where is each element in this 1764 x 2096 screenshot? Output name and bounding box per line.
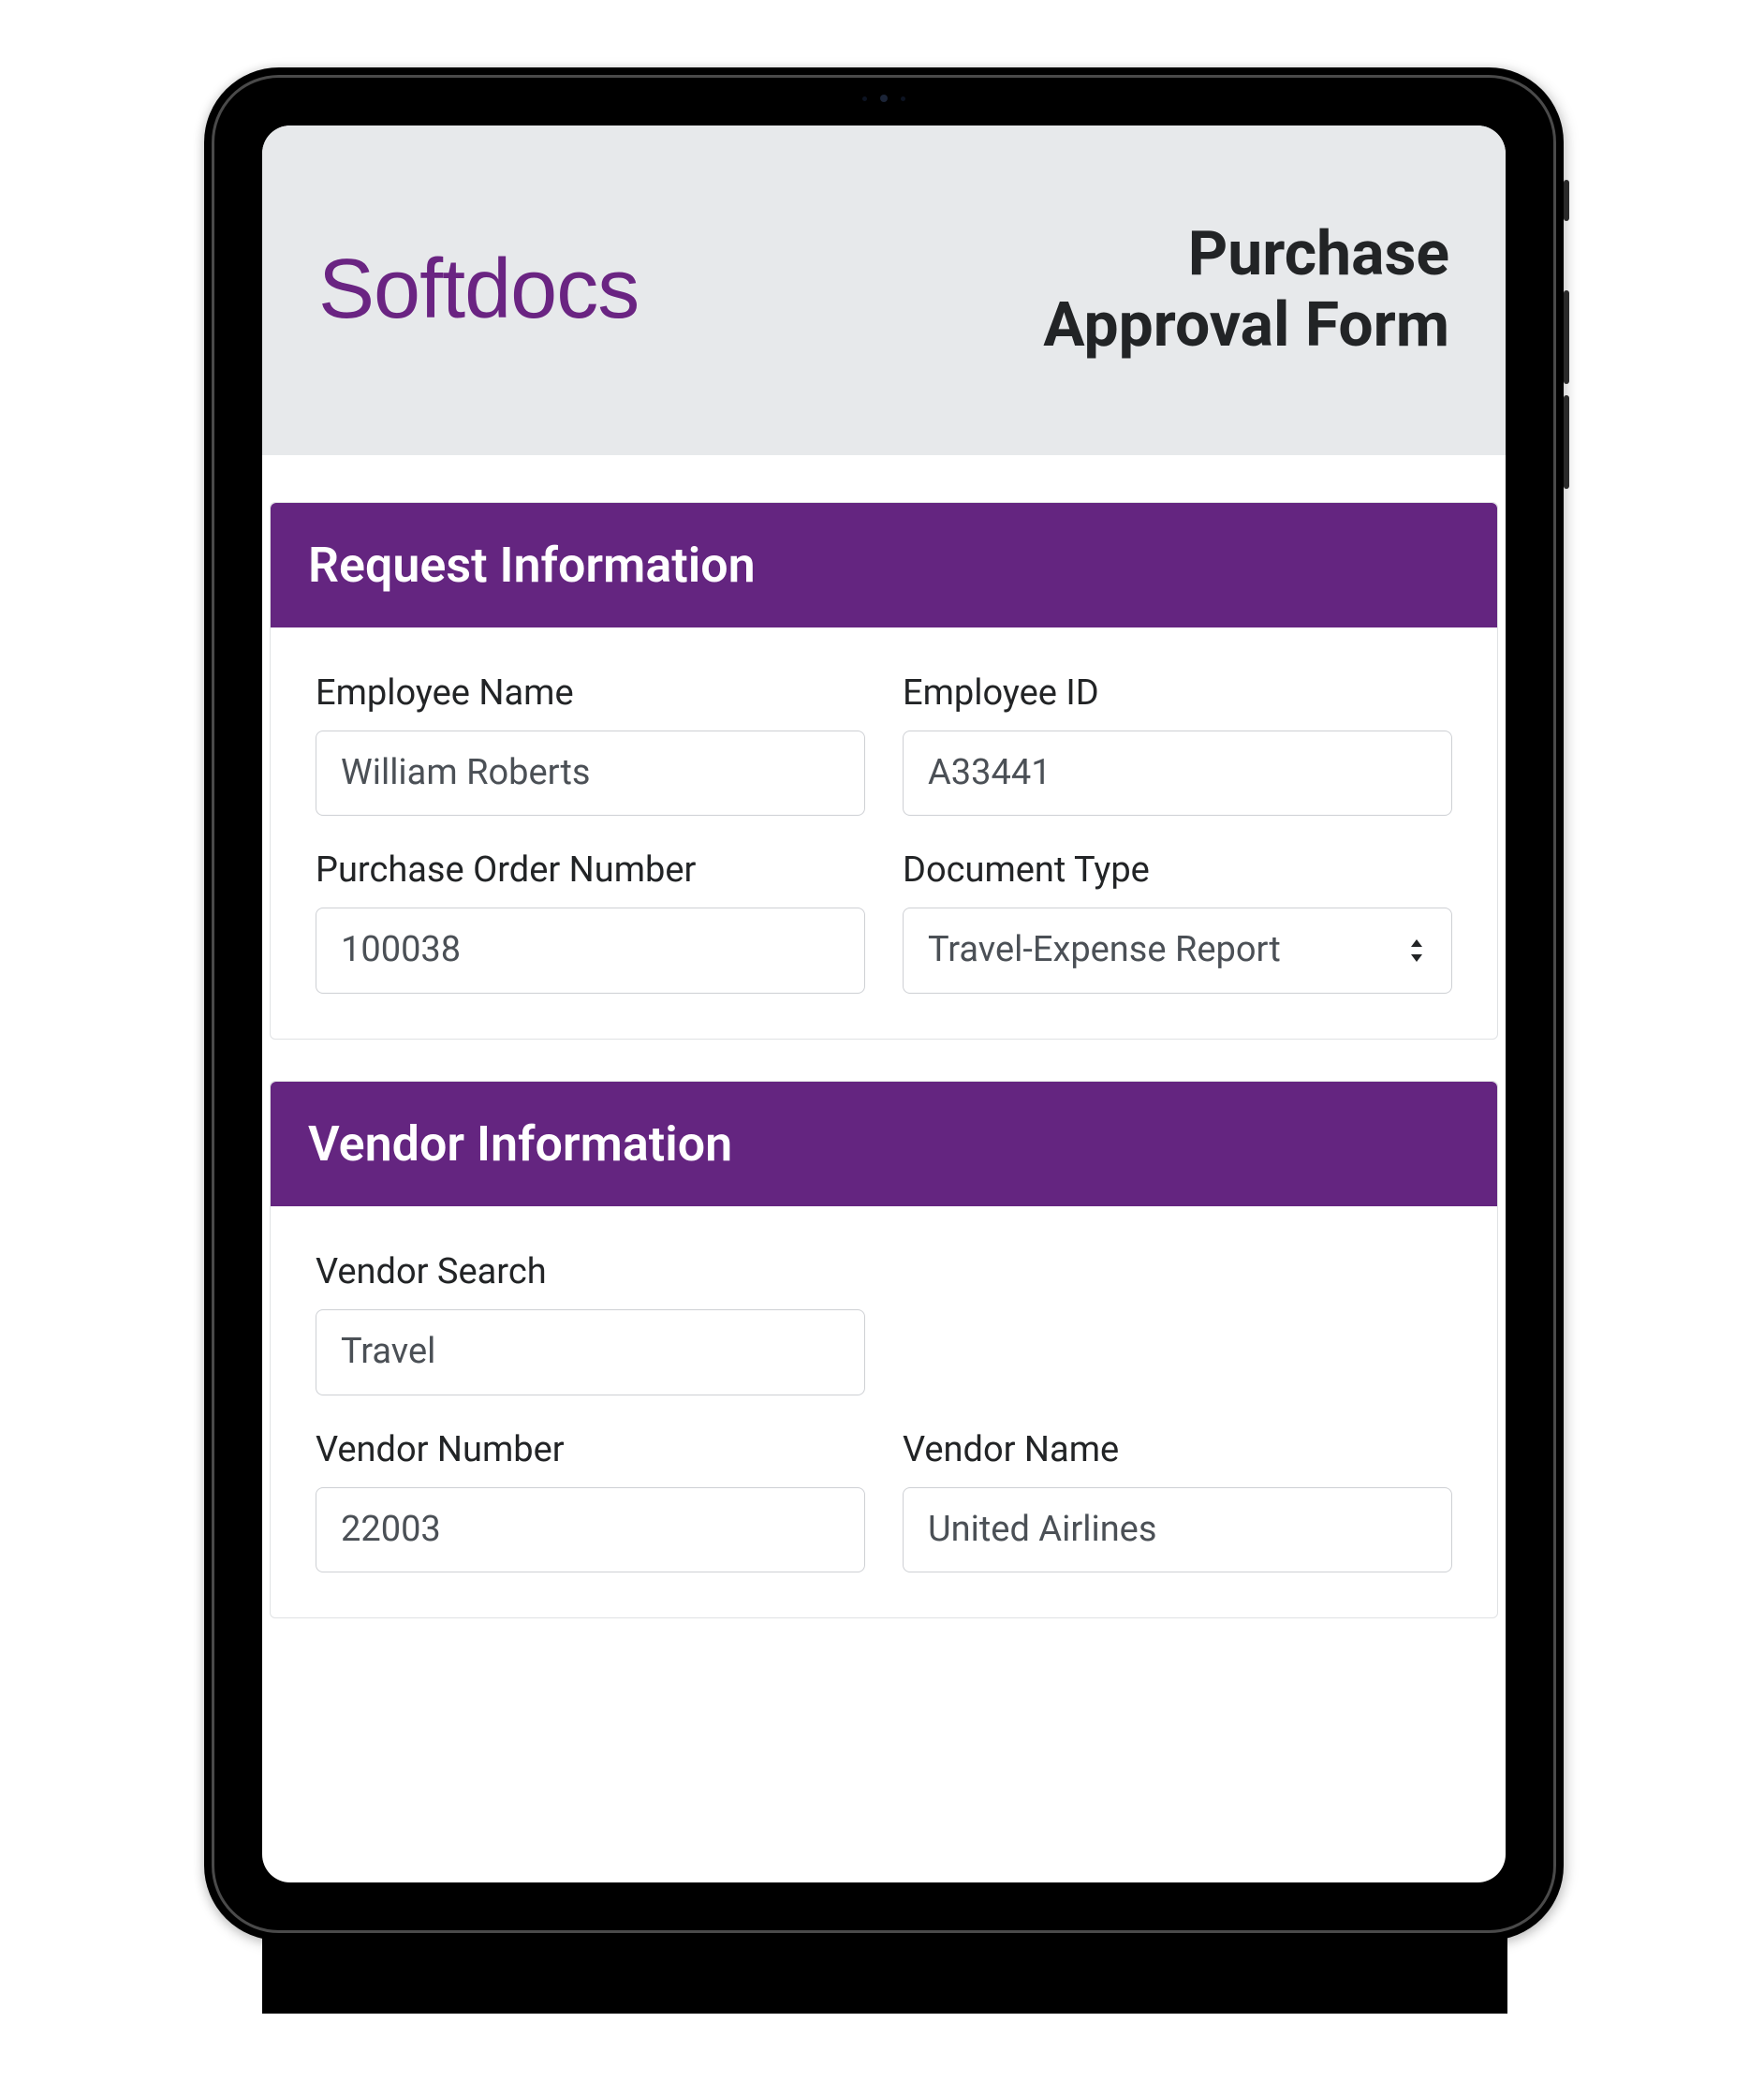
brand-name: Softdocs xyxy=(318,242,639,338)
input-vendor-number[interactable] xyxy=(316,1487,865,1573)
label-document-type: Document Type xyxy=(903,849,1452,891)
page-title-line2: Approval Form xyxy=(1043,289,1449,362)
section-heading-request: Request Information xyxy=(271,503,1497,627)
section-body-vendor: Vendor Search Vendor Number Vend xyxy=(271,1206,1497,1617)
section-body-request: Employee Name Employee ID Purchase Order… xyxy=(271,627,1497,1039)
select-document-type[interactable] xyxy=(903,908,1452,994)
field-employee-id: Employee ID xyxy=(903,672,1452,817)
tablet-device: Softdocs Purchase Approval Form Request … xyxy=(204,67,1564,1941)
tablet-power-button xyxy=(1564,180,1569,221)
tablet-screen: Softdocs Purchase Approval Form Request … xyxy=(262,125,1506,1882)
label-employee-name: Employee Name xyxy=(316,672,865,714)
input-vendor-name[interactable] xyxy=(903,1487,1452,1573)
field-employee-name: Employee Name xyxy=(316,672,865,817)
input-employee-id[interactable] xyxy=(903,731,1452,817)
section-heading-vendor: Vendor Information xyxy=(271,1082,1497,1206)
tablet-volume-up xyxy=(1564,290,1569,384)
tablet-camera xyxy=(851,94,917,103)
brand-logo: Softdocs xyxy=(318,242,639,338)
field-po-number: Purchase Order Number xyxy=(316,849,865,994)
input-po-number[interactable] xyxy=(316,908,865,994)
label-vendor-number: Vendor Number xyxy=(316,1429,865,1470)
field-vendor-search: Vendor Search xyxy=(316,1251,865,1395)
field-vendor-name: Vendor Name xyxy=(903,1429,1452,1573)
label-vendor-search: Vendor Search xyxy=(316,1251,865,1292)
label-employee-id: Employee ID xyxy=(903,672,1452,714)
label-po-number: Purchase Order Number xyxy=(316,849,865,891)
section-vendor-information: Vendor Information Vendor Search Vendor xyxy=(270,1081,1498,1618)
field-vendor-number: Vendor Number xyxy=(316,1429,865,1573)
page-title-line1: Purchase xyxy=(1188,218,1449,290)
input-vendor-search[interactable] xyxy=(316,1309,865,1395)
label-vendor-name: Vendor Name xyxy=(903,1429,1452,1470)
field-spacer xyxy=(903,1251,1452,1395)
form-content: Request Information Employee Name Employ… xyxy=(262,455,1506,1618)
input-employee-name[interactable] xyxy=(316,731,865,817)
page-title: Purchase Approval Form xyxy=(1043,219,1449,362)
tablet-volume-down xyxy=(1564,395,1569,489)
section-request-information: Request Information Employee Name Employ… xyxy=(270,502,1498,1040)
field-document-type: Document Type xyxy=(903,849,1452,994)
form-header: Softdocs Purchase Approval Form xyxy=(262,125,1506,455)
